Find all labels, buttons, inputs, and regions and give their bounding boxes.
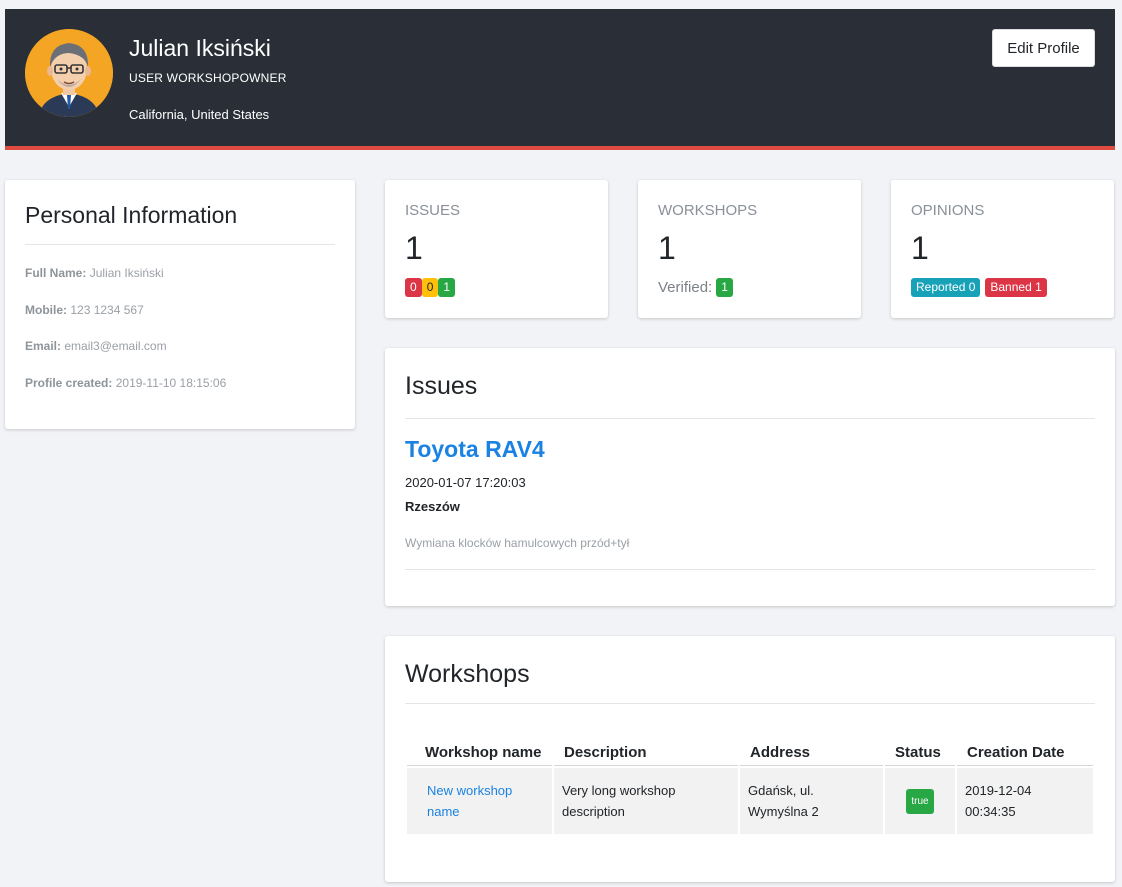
workshops-verified: Verified: 1 — [658, 278, 733, 297]
issues-stat-card: ISSUES 1 0 0 1 — [385, 180, 608, 318]
avatar-illustration-icon — [25, 29, 113, 117]
issue-date: 2020-01-07 17:20:03 — [405, 475, 526, 490]
opinions-stat-card: OPINIONS 1 Reported 0 Banned 1 — [891, 180, 1114, 318]
status-badge: true — [906, 788, 934, 814]
column-header-workshop-name[interactable]: Workshop name — [407, 704, 552, 766]
opinions-badges: Reported 0 Banned 1 — [911, 278, 1047, 297]
personal-information-title: Personal Information — [25, 202, 238, 228]
column-header-description[interactable]: Description — [554, 704, 738, 766]
issue-city: Rzeszów — [405, 499, 460, 514]
issues-card: Issues Toyota RAV4 2020-01-07 17:20:03 R… — [385, 348, 1115, 606]
personal-information-card: Personal Information Full Name: Julian I… — [5, 180, 355, 429]
divider — [25, 244, 335, 245]
profile-header: Julian Iksiński USER WORKSHOPOWNER Calif… — [5, 9, 1115, 150]
workshop-name-cell: New workshop name — [407, 768, 552, 834]
table-row: New workshop name Very long workshop des… — [407, 768, 1093, 834]
column-header-address[interactable]: Address — [740, 704, 883, 766]
issues-yellow-badge: 0 — [421, 278, 439, 297]
banned-badge: Banned 1 — [985, 278, 1047, 297]
email-row: Email: email3@email.com — [25, 339, 167, 353]
issues-green-badge: 1 — [438, 278, 456, 297]
opinions-stat-label: OPINIONS — [911, 202, 985, 219]
issues-red-badge: 0 — [405, 278, 422, 297]
workshops-stat-card: WORKSHOPS 1 Verified: 1 — [638, 180, 861, 318]
mobile-row: Mobile: 123 1234 567 — [25, 303, 144, 317]
workshops-table: Workshop name Description Address Status… — [405, 702, 1095, 836]
workshop-address-cell: Gdańsk, ul. Wymyślna 2 — [740, 768, 883, 834]
workshop-status-cell: true — [885, 768, 955, 834]
workshops-stat-label: WORKSHOPS — [658, 202, 758, 219]
profile-role: USER WORKSHOPOWNER — [129, 71, 287, 85]
email-value: email3@email.com — [64, 339, 167, 353]
workshop-description-cell: Very long workshop description — [554, 768, 738, 834]
table-header-row: Workshop name Description Address Status… — [407, 704, 1093, 766]
verified-label: Verified: — [658, 279, 713, 296]
profile-created-row: Profile created: 2019-11-10 18:15:06 — [25, 376, 226, 390]
reported-badge: Reported 0 — [911, 278, 981, 297]
mobile-value: 123 1234 567 — [70, 303, 144, 317]
issue-description: Wymiana klocków hamulcowych przód+tył — [405, 536, 630, 550]
column-header-creation-date[interactable]: Creation Date — [957, 704, 1093, 766]
issues-stat-label: ISSUES — [405, 202, 461, 219]
edit-profile-button[interactable]: Edit Profile — [992, 29, 1095, 67]
profile-name: Julian Iksiński — [129, 35, 271, 61]
issues-section-title: Issues — [405, 372, 478, 400]
full-name-label: Full Name: — [25, 266, 87, 280]
workshops-stat-count: 1 — [658, 230, 676, 266]
profile-created-value: 2019-11-10 18:15:06 — [115, 376, 227, 390]
full-name-value: Julian Iksiński — [89, 266, 164, 280]
workshop-created-cell: 2019-12-04 00:34:35 — [957, 768, 1093, 834]
divider — [405, 569, 1095, 570]
verified-count-badge: 1 — [716, 278, 733, 297]
issues-stat-count: 1 — [405, 230, 423, 266]
profile-location: California, United States — [129, 107, 270, 122]
workshops-card: Workshops Workshop name Description Addr… — [385, 636, 1115, 882]
email-label: Email: — [25, 339, 62, 353]
full-name-row: Full Name: Julian Iksiński — [25, 266, 164, 280]
issues-status-badges: 0 0 1 — [405, 278, 456, 297]
column-header-status[interactable]: Status — [885, 704, 955, 766]
workshops-section-title: Workshops — [405, 660, 530, 688]
profile-created-label: Profile created: — [25, 376, 113, 390]
issue-title-link[interactable]: Toyota RAV4 — [405, 436, 545, 463]
divider — [405, 418, 1095, 419]
mobile-label: Mobile: — [25, 303, 67, 317]
workshop-name-link[interactable]: New workshop name — [427, 783, 512, 819]
avatar — [25, 29, 113, 117]
opinions-stat-count: 1 — [911, 230, 929, 266]
